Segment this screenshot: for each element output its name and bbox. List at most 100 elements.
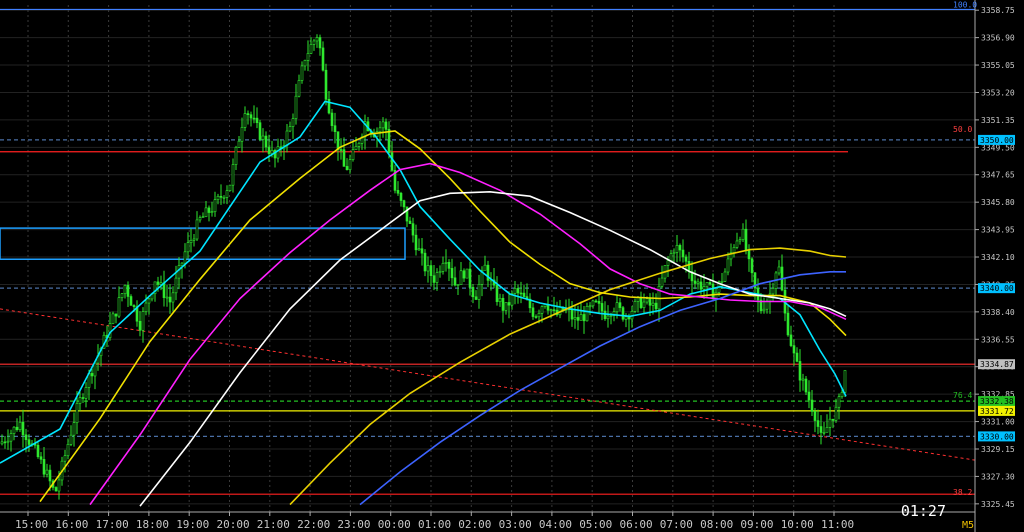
candle-body xyxy=(537,313,541,318)
candle-body xyxy=(138,320,142,331)
candle-body xyxy=(516,288,520,294)
y-tick-label: 3343.95 xyxy=(981,226,1015,235)
candle-body xyxy=(519,292,523,295)
x-tick-label: 08:00 xyxy=(700,518,733,531)
candle-body xyxy=(48,469,52,482)
chart-window[interactable]: { "chart_data": { "type": "candlestick-l… xyxy=(0,0,1024,532)
candle-body xyxy=(300,65,304,81)
candle-body xyxy=(834,406,838,421)
candle-body xyxy=(75,403,79,424)
time-axis: 15:00 16:00 17:00 18:00 19:00 20:00 21:00 22:00… xyxy=(0,511,975,531)
candle-body xyxy=(294,95,298,119)
candle-body xyxy=(423,252,427,272)
candle-body xyxy=(639,296,643,308)
candle-body xyxy=(789,334,793,346)
zone-rectangle xyxy=(0,227,406,260)
candle-body xyxy=(252,117,256,120)
candle-body xyxy=(231,164,235,186)
candle-body xyxy=(309,44,313,54)
candle-body xyxy=(249,114,253,119)
candle-body xyxy=(777,266,781,274)
candle-body xyxy=(348,159,352,171)
price-chart[interactable]: 3358.753356.903355.053353.203351.353349.… xyxy=(0,0,1024,532)
candle-body xyxy=(420,248,424,254)
candle-body xyxy=(750,258,754,274)
candle-body xyxy=(588,305,592,308)
price-tag-label: 3340.00 xyxy=(980,284,1014,293)
price-tag-label: 3331.72 xyxy=(980,407,1014,416)
candle-body xyxy=(318,37,322,49)
candle-body xyxy=(15,426,19,431)
x-tick-label: 23:00 xyxy=(337,518,370,531)
candle-body xyxy=(708,282,712,285)
candle-body xyxy=(192,238,196,241)
candle-body xyxy=(141,311,145,331)
candle-body xyxy=(354,146,358,150)
candle-body xyxy=(522,292,526,297)
candle-body xyxy=(129,296,133,306)
candle-body xyxy=(837,396,841,408)
candle-body xyxy=(114,313,118,317)
candle-body xyxy=(501,297,505,311)
candle-body xyxy=(384,121,388,130)
price-tag-label: 3334.87 xyxy=(980,360,1014,369)
candle-body xyxy=(219,195,223,198)
x-tick-label: 10:00 xyxy=(781,518,814,531)
candle-body xyxy=(807,391,811,401)
candle-body xyxy=(156,281,160,285)
candle-body xyxy=(90,373,94,377)
y-tick-label: 3336.55 xyxy=(981,335,1015,344)
candle-body xyxy=(81,397,85,399)
candle-body xyxy=(42,459,46,475)
candle-body xyxy=(201,216,205,218)
candle-body xyxy=(78,397,82,404)
candle-body xyxy=(417,248,421,251)
candle-body xyxy=(681,249,685,258)
candle-body xyxy=(222,197,226,199)
candle-body xyxy=(63,455,67,462)
candle-body xyxy=(444,262,448,264)
candle-body xyxy=(693,280,697,284)
candle-body xyxy=(27,439,31,445)
fib-level-label: 50.0 xyxy=(953,125,972,134)
candle-body xyxy=(696,281,700,284)
candle-body xyxy=(210,211,214,213)
candle-body xyxy=(684,256,688,262)
moving-average-line xyxy=(39,130,847,503)
candle-body xyxy=(39,456,43,460)
candle-body xyxy=(147,298,151,304)
candle-body xyxy=(234,147,238,165)
candle-body xyxy=(378,127,382,132)
x-tick-label: 19:00 xyxy=(176,518,209,531)
x-tick-label: 00:00 xyxy=(378,518,411,531)
x-tick-label: 18:00 xyxy=(136,518,169,531)
candle-body xyxy=(426,265,430,272)
candle-body xyxy=(357,143,361,147)
candle-body xyxy=(576,317,580,321)
candle-body xyxy=(762,308,766,312)
candle-body xyxy=(573,317,577,320)
candle-body xyxy=(498,297,502,302)
candle-body xyxy=(675,245,679,253)
candle-body xyxy=(333,125,337,132)
candle-body xyxy=(324,69,328,100)
candle-body xyxy=(810,399,814,412)
candle-body xyxy=(327,98,331,114)
candle-body xyxy=(609,315,613,317)
candle-body xyxy=(831,418,835,421)
candle-body xyxy=(711,283,715,300)
y-tick-label: 3325.45 xyxy=(981,500,1015,509)
candle-body xyxy=(441,263,445,272)
candle-body xyxy=(117,297,121,317)
candle-body xyxy=(591,300,595,307)
candle-body xyxy=(267,146,271,154)
candle-body xyxy=(399,192,403,201)
y-tick-label: 3331.00 xyxy=(981,418,1015,427)
candle-body xyxy=(618,302,622,308)
candle-body xyxy=(624,316,628,320)
candle-body xyxy=(507,302,511,306)
x-tick-label: 07:00 xyxy=(660,518,693,531)
candle-body xyxy=(171,292,175,303)
candle-body xyxy=(432,275,436,283)
candle-body xyxy=(330,112,334,126)
